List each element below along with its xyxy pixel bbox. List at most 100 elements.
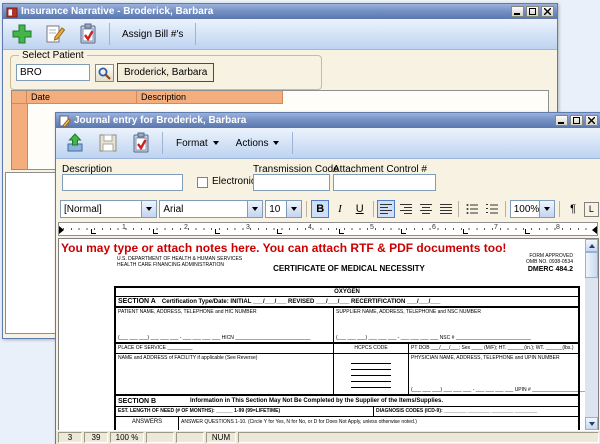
align-right-button[interactable]	[397, 200, 415, 218]
tab-stop-icon[interactable]	[339, 229, 344, 234]
oxygen-label: OXYGEN	[334, 289, 360, 295]
align-left-button[interactable]	[377, 200, 395, 218]
italic-button[interactable]: I	[331, 200, 349, 218]
document-scrollbar[interactable]	[585, 239, 598, 430]
physician-cell: PHYSICIAN NAME, ADDRESS, TELEPHONE and U…	[409, 354, 578, 394]
journal-titlebar[interactable]: Journal entry for Broderick, Barbara	[56, 113, 600, 128]
toolbar-separator	[292, 132, 293, 154]
status-column: 39	[84, 432, 108, 443]
select-patient-group: Select Patient Broderick, Barbara	[10, 55, 322, 90]
place-of-service-cell: PLACE OF SERVICE _________	[116, 344, 334, 353]
tab-stop-icon[interactable]	[91, 229, 96, 234]
align-left-icon	[380, 204, 392, 214]
close-icon[interactable]	[541, 6, 554, 17]
maximize-icon[interactable]	[526, 6, 539, 17]
align-right-icon	[400, 204, 412, 214]
document-area[interactable]: You may type or attach notes here. You c…	[58, 238, 599, 431]
tab-stop-icon[interactable]	[463, 229, 468, 234]
zoom-value: 100%	[511, 204, 540, 215]
tab-stop-icon[interactable]	[153, 229, 158, 234]
tab-stop-icon[interactable]	[215, 229, 220, 234]
underline-button[interactable]: U	[351, 200, 369, 218]
description-input[interactable]	[62, 174, 183, 191]
zoom-combo[interactable]: 100%	[510, 200, 556, 218]
diagnosis-cell: DIAGNOSIS CODES (ICD-9): ________ ______…	[374, 407, 578, 416]
chevron-down-icon[interactable]	[247, 201, 262, 217]
oxygen-row: OXYGEN	[116, 288, 578, 297]
format-bar: [Normal] Arial 10 B I U	[60, 199, 599, 219]
facility-cell: NAME and ADDRESS of FACILITY if applicab…	[116, 354, 334, 394]
post-button[interactable]	[126, 130, 156, 156]
save-button[interactable]	[93, 130, 123, 156]
supplier-label: SUPPLIER NAME, ADDRESS, TELEPHONE and NS…	[336, 309, 576, 315]
section-a-text: Certification Type/Date: INITIAL ___/___…	[162, 299, 440, 305]
selected-patient-button[interactable]: Broderick, Barbara	[117, 63, 214, 82]
edit-note-icon	[44, 23, 66, 45]
minimize-icon[interactable]	[555, 115, 568, 126]
attachment-control-input[interactable]	[333, 174, 436, 191]
journal-entry-window: Journal entry for Broderick, Barbara	[55, 112, 600, 444]
style-combo[interactable]: [Normal]	[60, 200, 157, 218]
patient-supplier-row: PATIENT NAME, ADDRESS, TELEPHONE and HIC…	[116, 308, 578, 344]
ruler-number: 3	[246, 224, 250, 231]
insurance-app-icon	[6, 6, 18, 18]
chevron-down-icon[interactable]	[141, 201, 156, 217]
status-numlock: NUM	[206, 432, 236, 443]
bold-button[interactable]: B	[311, 200, 329, 218]
tab-style-button[interactable]: L	[584, 202, 599, 217]
format-separator	[458, 201, 459, 217]
align-justify-icon	[440, 204, 452, 214]
post-button[interactable]	[73, 21, 103, 47]
electronic-checkbox[interactable]	[197, 177, 208, 188]
section-b-text: Information in This Section May Not Be C…	[190, 398, 443, 404]
actions-menu[interactable]: Actions	[229, 131, 287, 155]
ruler[interactable]: 1 2 3 4 5 6 7 8	[58, 222, 598, 236]
grid-col-description[interactable]: Description	[137, 91, 283, 104]
numbered-list-button[interactable]	[483, 200, 501, 218]
hcpcs-header-cell: HCPCS CODE	[334, 344, 409, 353]
font-combo[interactable]: Arial	[159, 200, 263, 218]
journal-app-icon	[59, 115, 71, 127]
size-combo[interactable]: 10	[265, 200, 302, 218]
tab-stop-icon[interactable]	[525, 229, 530, 234]
align-center-button[interactable]	[417, 200, 435, 218]
chevron-down-icon[interactable]	[286, 201, 301, 217]
add-button[interactable]	[7, 21, 37, 47]
show-marks-button[interactable]: ¶	[564, 200, 582, 218]
chevron-down-icon	[213, 141, 219, 145]
import-button[interactable]	[60, 130, 90, 156]
scrollbar-thumb[interactable]	[585, 252, 598, 278]
insurance-titlebar[interactable]: Insurance Narrative - Broderick, Barbara	[3, 4, 557, 19]
search-button[interactable]	[95, 64, 114, 82]
edit-button[interactable]	[40, 21, 70, 47]
answers-label-cell: ANSWERS	[116, 417, 179, 431]
status-empty	[176, 432, 204, 443]
grid-col-date[interactable]: Date	[27, 91, 137, 104]
ruler-number: 5	[370, 224, 374, 231]
align-justify-button[interactable]	[437, 200, 455, 218]
section-b-label: SECTION B	[116, 398, 190, 405]
minimize-icon[interactable]	[511, 6, 524, 17]
search-icon	[97, 66, 112, 81]
close-icon[interactable]	[585, 115, 598, 126]
patient-search-input[interactable]	[16, 64, 90, 81]
physician-phone-line: (___ ___ ___) ___ ___ ___ - ___ ___ ___ …	[411, 387, 599, 393]
ruler-number: 4	[308, 224, 312, 231]
hcpcs-lines-cell	[334, 354, 409, 394]
transmission-code-input[interactable]	[253, 174, 330, 191]
format-menu[interactable]: Format	[169, 131, 226, 155]
section-a-row: SECTION A Certification Type/Date: INITI…	[116, 297, 578, 308]
tab-stop-icon[interactable]	[277, 229, 282, 234]
pilcrow-icon: ¶	[570, 203, 576, 215]
scroll-up-icon[interactable]	[585, 239, 598, 252]
facility-physician-row: NAME and ADDRESS of FACILITY if applicab…	[116, 354, 578, 396]
chevron-down-icon[interactable]	[539, 201, 554, 217]
form-title: CERTIFICATE OF MEDICAL NECESSITY	[209, 264, 489, 273]
maximize-icon[interactable]	[570, 115, 583, 126]
assign-bill-button[interactable]: Assign Bill #'s	[116, 29, 189, 40]
scroll-down-icon[interactable]	[585, 417, 598, 430]
ruler-ticks	[63, 228, 593, 230]
bullet-list-button[interactable]	[463, 200, 481, 218]
ruler-number: 1	[122, 224, 126, 231]
tab-stop-icon[interactable]	[401, 229, 406, 234]
